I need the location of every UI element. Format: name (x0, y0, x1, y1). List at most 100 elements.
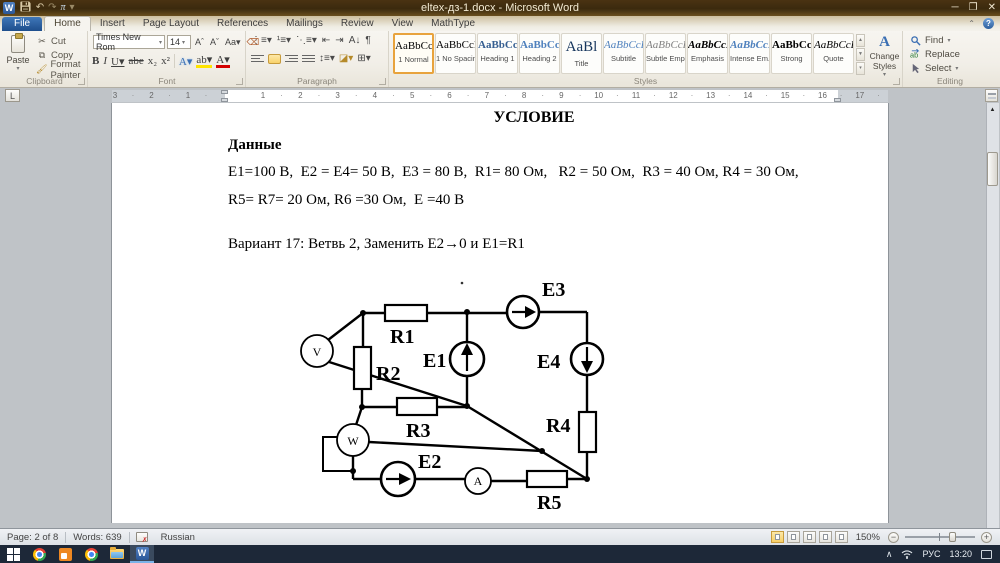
shrink-font-button[interactable]: Aˇ (208, 35, 221, 49)
ruler-toggle-button[interactable] (985, 89, 998, 102)
close-button[interactable]: ✕ (988, 1, 996, 14)
underline-button[interactable]: U▾ (111, 55, 124, 68)
doc-line2: R5= R7= 20 Ом, R6 =30 Ом, E =40 В (228, 192, 840, 209)
multilevel-list-button[interactable]: ⋱≡▾ (296, 35, 317, 46)
align-left-button[interactable] (251, 54, 264, 64)
word-count[interactable]: Words: 639 (66, 532, 128, 543)
zoom-slider[interactable] (905, 536, 975, 538)
sort-button[interactable]: A↓ (349, 35, 361, 46)
style-heading-1[interactable]: AaBbCcHeading 1 (477, 33, 518, 74)
taskbar-chrome-2[interactable] (78, 545, 104, 563)
tab-mailings[interactable]: Mailings (277, 17, 332, 31)
hanging-indent-marker[interactable] (221, 98, 228, 102)
style-subtle-emp-[interactable]: AaBbCcDSubtle Emp... (645, 33, 686, 74)
ruler-strip[interactable]: 321···1234567891011121314151617·········… (112, 90, 888, 102)
style-scroll-up-icon[interactable]: ▲ (856, 34, 865, 47)
style-title[interactable]: AaBlTitle (561, 33, 602, 74)
shading-button[interactable]: ◪▾ (339, 53, 353, 64)
replace-button[interactable]: ab Replace (910, 48, 960, 61)
tab-review[interactable]: Review (332, 17, 383, 31)
tab-references[interactable]: References (208, 17, 277, 31)
font-size-combo[interactable]: 14▾ (167, 35, 191, 49)
style-subtitle[interactable]: AaBbCcLSubtitle (603, 33, 644, 74)
taskbar-word-active[interactable]: W (130, 545, 154, 563)
style-strong[interactable]: AaBbCcDStrong (771, 33, 812, 74)
web-layout-view-button[interactable] (803, 531, 816, 543)
find-button[interactable]: Find▾ (910, 34, 960, 47)
cut-button[interactable]: ✂Cut (34, 35, 87, 48)
style-1-normal[interactable]: AaBbCcI1 Normal (393, 33, 434, 74)
font-dialog-launcher[interactable] (236, 78, 243, 85)
tab-insert[interactable]: Insert (91, 17, 134, 31)
page-indicator[interactable]: Page: 2 of 8 (0, 532, 65, 543)
tray-expand-icon[interactable]: ∧ (886, 549, 893, 560)
numbering-button[interactable]: ¹≡▾ (277, 35, 291, 46)
proofing-icon[interactable] (136, 532, 148, 542)
help-icon[interactable]: ? (983, 18, 994, 29)
draft-view-button[interactable] (835, 531, 848, 543)
paste-dropdown-icon[interactable]: ▾ (5, 65, 31, 72)
scrollbar-thumb[interactable] (987, 152, 998, 186)
zoom-slider-thumb[interactable] (949, 532, 956, 542)
style-gallery-expand-icon[interactable]: ▾ (856, 62, 865, 75)
bullets-button[interactable]: ⋮≡▾ (251, 35, 272, 46)
select-button[interactable]: Select▾ (910, 62, 960, 75)
fullscreen-reading-view-button[interactable] (787, 531, 800, 543)
grow-font-button[interactable]: Aˆ (193, 35, 206, 49)
minimize-button[interactable]: ─ (952, 1, 959, 14)
notification-center-icon[interactable] (981, 550, 992, 559)
style-emphasis[interactable]: AaBbCcDEmphasis (687, 33, 728, 74)
line-spacing-button[interactable]: ↕≡▾ (319, 53, 335, 64)
format-painter-button[interactable]: 🖌︎Format Painter (34, 63, 87, 76)
show-marks-button[interactable]: ¶ (365, 35, 370, 46)
style-heading-2[interactable]: AaBbCcHeading 2 (519, 33, 560, 74)
tab-stop-selector[interactable]: L (5, 89, 20, 102)
first-line-indent-marker[interactable] (221, 90, 228, 94)
start-button[interactable] (0, 545, 26, 563)
clipboard-dialog-launcher[interactable] (78, 78, 85, 85)
bold-button[interactable]: B (92, 55, 99, 67)
zoom-level[interactable]: 150% (851, 532, 885, 543)
zoom-out-button[interactable]: − (888, 532, 899, 543)
taskbar-chrome-1[interactable] (26, 545, 52, 563)
align-right-button[interactable] (285, 54, 298, 64)
tab-file[interactable]: File (2, 17, 42, 31)
outline-view-button[interactable] (819, 531, 832, 543)
increase-indent-button[interactable]: ⇥ (335, 35, 343, 46)
highlight-button[interactable]: ab▾ (196, 55, 212, 68)
justify-button[interactable] (302, 54, 315, 64)
style-scroll-down-icon[interactable]: ▼ (856, 48, 865, 61)
paragraph-dialog-launcher[interactable] (379, 78, 386, 85)
style-quote[interactable]: AaBbCcLQuote (813, 33, 854, 74)
font-color-button[interactable]: A▾ (216, 55, 229, 68)
document-page[interactable]: УСЛОВИЕ Данные E1=100 В, E2 = E4= 50 В, … (112, 103, 888, 523)
align-center-button[interactable] (268, 54, 281, 64)
borders-button[interactable]: ⊞▾ (357, 53, 370, 64)
change-case-button[interactable]: Aa▾ (223, 35, 243, 49)
scroll-up-icon[interactable]: ▲ (987, 105, 998, 116)
style-intense-em-[interactable]: AaBbCcDIntense Em... (729, 33, 770, 74)
wifi-icon[interactable] (901, 549, 913, 559)
font-family-combo[interactable]: Times New Rom▾ (93, 35, 165, 49)
strikethrough-button[interactable]: abe (128, 55, 143, 67)
styles-dialog-launcher[interactable] (893, 78, 900, 85)
tray-clock[interactable]: 13:20 (949, 549, 972, 559)
italic-button[interactable]: I (103, 55, 107, 67)
print-layout-view-button[interactable] (771, 531, 784, 543)
tab-mathtype[interactable]: MathType (422, 17, 484, 31)
maximize-button[interactable]: ❐ (969, 1, 978, 14)
decrease-indent-button[interactable]: ⇤ (322, 35, 330, 46)
tray-language[interactable]: РУС (922, 549, 940, 559)
language-indicator[interactable]: Russian (154, 532, 202, 543)
taskbar-file-explorer[interactable] (104, 545, 130, 563)
minimize-ribbon-icon[interactable]: ⌃ (968, 19, 975, 28)
text-effects-button[interactable]: A▾ (179, 55, 192, 68)
taskbar-app-orange[interactable] (52, 545, 78, 563)
subscript-button[interactable]: x₂ (148, 55, 157, 67)
tab-view[interactable]: View (383, 17, 423, 31)
tab-page-layout[interactable]: Page Layout (134, 17, 208, 31)
style-1-no-spacing[interactable]: AaBbCcI1 No Spacing (435, 33, 476, 74)
superscript-button[interactable]: x² (161, 55, 170, 67)
tab-home[interactable]: Home (44, 16, 91, 31)
zoom-in-button[interactable]: + (981, 532, 992, 543)
